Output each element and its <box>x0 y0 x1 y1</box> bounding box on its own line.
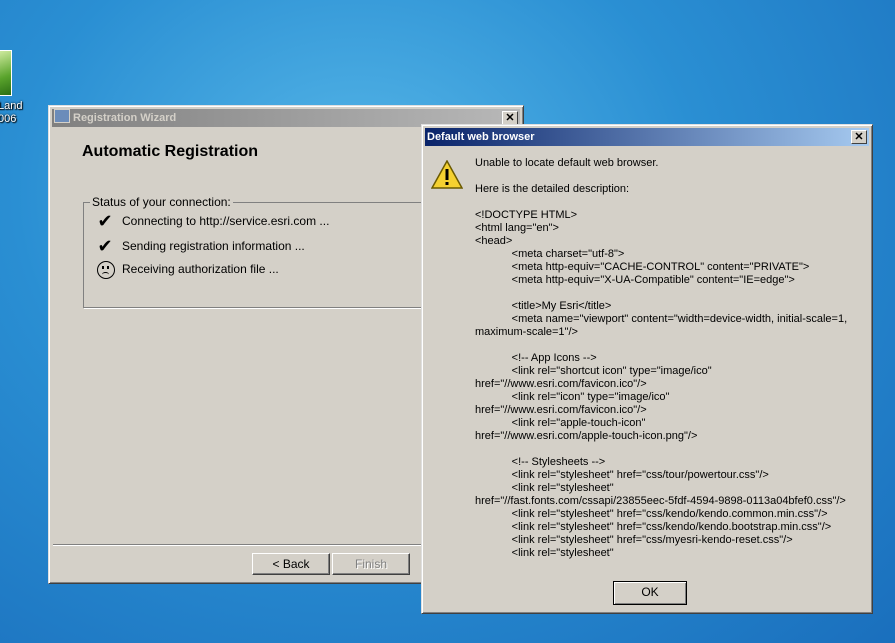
ok-button[interactable]: OK <box>613 581 687 605</box>
desktop-shortcut-icon[interactable] <box>0 50 12 96</box>
detail-line: <link rel="stylesheet" <box>475 547 614 559</box>
status-step-connecting: ✔ Connecting to http://service.esri.com .… <box>94 210 330 231</box>
detail-line: <!-- Stylesheets --> <box>475 456 606 468</box>
detail-intro: Here is the detailed description: <box>475 183 630 195</box>
detail-line <box>475 443 860 456</box>
detail-line: href="//www.esri.com/favicon.ico"/> <box>475 378 647 390</box>
check-icon: ✔ <box>97 235 113 256</box>
detail-description-text: <!DOCTYPE HTML> <html lang="en"> <head> <m… <box>475 209 860 560</box>
detail-line: <link rel="stylesheet" href="css/myesri-… <box>475 534 793 546</box>
detail-line: href="//fast.fonts.com/cssapi/23855eec-5… <box>475 495 846 507</box>
detail-line: <link rel="shortcut icon" type="image/ic… <box>475 365 712 377</box>
detail-line: href="//www.esri.com/favicon.ico"/> <box>475 404 647 416</box>
detail-line: <link rel="stylesheet" <box>475 482 614 494</box>
detail-line: maximum-scale=1"/> <box>475 326 578 338</box>
detail-line: <link rel="stylesheet" href="css/kendo/k… <box>475 508 828 520</box>
detail-line <box>475 339 860 352</box>
detail-line <box>475 287 860 300</box>
detail-line: <title>My Esri</title> <box>475 300 612 312</box>
error-message: Unable to locate default web browser. <box>475 157 659 169</box>
sad-face-icon <box>97 260 115 279</box>
dialog-title: Default web browser <box>427 131 535 143</box>
status-step-label: Receiving authorization file ... <box>122 261 279 276</box>
desktop-shortcut-label[interactable]: Land 006 <box>0 100 24 126</box>
detail-line: <meta http-equiv="X-UA-Compatible" conte… <box>475 274 795 286</box>
detail-line: <link rel="stylesheet" href="css/kendo/k… <box>475 521 832 533</box>
wizard-app-icon <box>54 109 70 123</box>
detail-line: <!DOCTYPE HTML> <box>475 209 578 221</box>
check-icon: ✔ <box>97 210 113 231</box>
detail-line: <html lang="en"> <box>475 222 559 234</box>
detail-line: <meta http-equiv="CACHE-CONTROL" content… <box>475 261 810 273</box>
status-step-receiving: Receiving authorization file ... <box>94 258 279 279</box>
finish-button[interactable]: Finish <box>332 553 410 575</box>
wizard-close-button[interactable]: ✕ <box>502 111 518 125</box>
detail-line: <link rel="apple-touch-icon" <box>475 417 646 429</box>
back-button[interactable]: < Back <box>252 553 330 575</box>
status-step-label: Connecting to http://service.esri.com ..… <box>122 213 330 228</box>
status-step-label: Sending registration information ... <box>122 238 305 253</box>
dialog-close-button[interactable]: ✕ <box>851 130 867 144</box>
detail-line: <link rel="stylesheet" href="css/tour/po… <box>475 469 769 481</box>
warning-icon <box>431 160 463 189</box>
default-browser-dialog: Default web browser ✕ Unable to locate d… <box>421 124 873 614</box>
detail-line: <link rel="icon" type="image/ico" <box>475 391 670 403</box>
status-step-sending: ✔ Sending registration information ... <box>94 235 305 256</box>
detail-line: <head> <box>475 235 513 247</box>
dialog-titlebar[interactable]: Default web browser ✕ <box>425 128 869 146</box>
detail-line: <meta charset="utf-8"> <box>475 248 625 260</box>
connection-status-label: Status of your connection: <box>90 195 233 209</box>
detail-line: <!-- App Icons --> <box>475 352 597 364</box>
wizard-title: Registration Wizard <box>73 112 177 124</box>
detail-line: href="//www.esri.com/apple-touch-icon.pn… <box>475 430 698 442</box>
wizard-heading: Automatic Registration <box>82 143 259 160</box>
detail-line: <meta name="viewport" content="width=dev… <box>475 313 848 325</box>
